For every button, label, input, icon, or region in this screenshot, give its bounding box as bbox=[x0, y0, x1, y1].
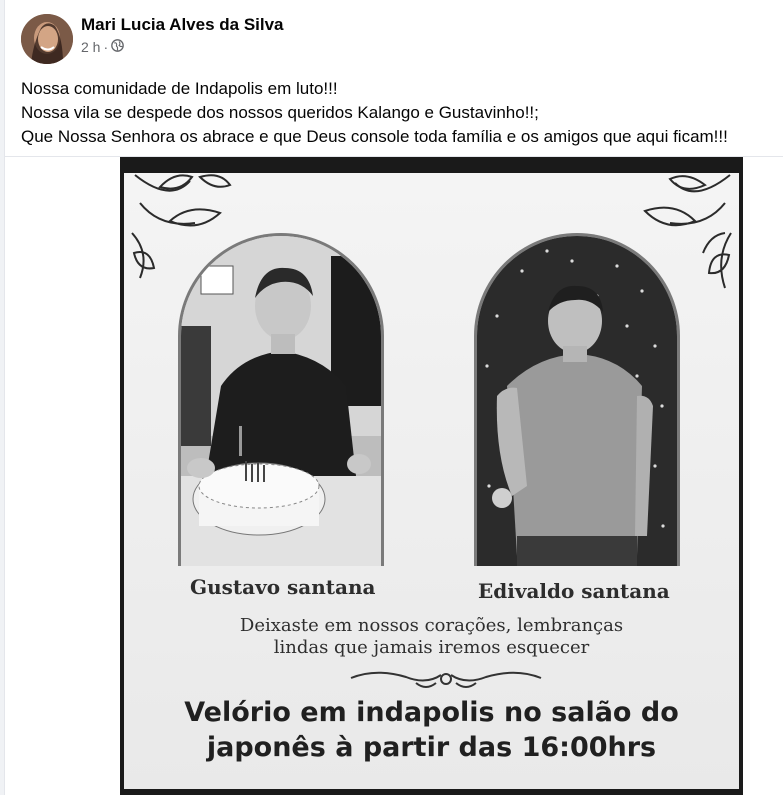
caption-line: Nossa vila se despede dos nossos querido… bbox=[21, 103, 539, 122]
memorial-card: Gustavo santana Edivaldo santana Deixast… bbox=[124, 173, 739, 789]
photo-arch-left bbox=[178, 233, 384, 566]
funeral-line: Velório em indapolis no salão do bbox=[184, 697, 679, 728]
post-timestamp[interactable]: 2 h bbox=[81, 39, 100, 55]
message-line: Deixaste em nossos corações, lembranças bbox=[239, 615, 624, 636]
funeral-notice: Velório em indapolis no salão do japonês… bbox=[124, 695, 739, 765]
post-caption: Nossa comunidade de Indapolis em luto!!!… bbox=[21, 77, 771, 149]
name-edivaldo: Edivaldo santana bbox=[478, 579, 670, 603]
author-name[interactable]: Mari Lucia Alves da Silva bbox=[81, 15, 284, 35]
post-meta: 2 h · bbox=[81, 39, 124, 55]
facebook-post: Mari Lucia Alves da Silva 2 h · Nossa co… bbox=[4, 0, 783, 795]
globe-icon[interactable] bbox=[111, 39, 124, 55]
author-avatar[interactable] bbox=[21, 14, 73, 64]
memorial-message: Deixaste em nossos corações, lembranças … bbox=[124, 615, 739, 659]
message-line: lindas que jamais iremos esquecer bbox=[273, 637, 590, 658]
name-gustavo: Gustavo santana bbox=[190, 575, 376, 599]
photo-edivaldo bbox=[477, 236, 677, 566]
caption-line: Que Nossa Senhora os abrace e que Deus c… bbox=[21, 127, 728, 146]
funeral-line: japonês à partir das 16:00hrs bbox=[206, 732, 657, 763]
meta-separator: · bbox=[103, 39, 109, 55]
caption-line: Nossa comunidade de Indapolis em luto!!! bbox=[21, 79, 338, 98]
post-image[interactable]: Gustavo santana Edivaldo santana Deixast… bbox=[120, 157, 743, 795]
photo-gustavo bbox=[181, 236, 381, 566]
photo-arch-right bbox=[474, 233, 680, 566]
flourish-divider bbox=[350, 671, 542, 688]
